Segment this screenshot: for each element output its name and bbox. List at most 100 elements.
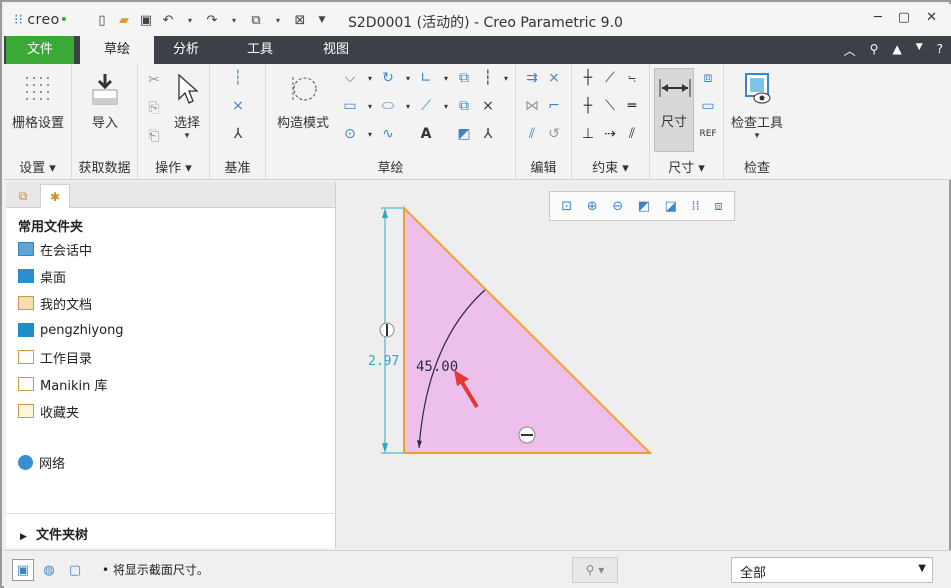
datum-csys-icon[interactable]: ⅄ bbox=[228, 124, 248, 144]
perimeter-dimension-icon[interactable]: ⧈ bbox=[698, 68, 718, 88]
equal-constraint-icon[interactable]: ═ bbox=[622, 96, 642, 116]
favorites-tab-icon[interactable]: ✱ bbox=[40, 184, 70, 208]
vertical-constraint-icon[interactable]: ┼ bbox=[578, 68, 598, 88]
folder-tree-toggle[interactable]: ▶ 文件夹树 bbox=[6, 513, 336, 553]
fillet-dropdown-icon[interactable]: ▾ bbox=[436, 68, 456, 88]
show-navigator-icon[interactable]: ▣ bbox=[12, 559, 34, 581]
find-button[interactable]: ⚲ ▾ bbox=[572, 557, 618, 583]
rectangle-dropdown-icon[interactable]: ▾ bbox=[360, 96, 380, 116]
copy-icon[interactable]: ⎘ bbox=[144, 98, 164, 118]
inspection-tools-button[interactable]: 检查工具 ▾ bbox=[728, 70, 786, 141]
tab-file[interactable]: 文件 bbox=[6, 36, 74, 64]
centerline-dropdown-icon[interactable]: ▾ bbox=[496, 68, 516, 88]
fav-item-network[interactable]: 网络 bbox=[18, 451, 65, 473]
angle-dim-value[interactable]: 45.00 bbox=[416, 359, 458, 375]
horizontal-constraint-icon[interactable]: ┼ bbox=[578, 96, 598, 116]
fav-item-working-directory[interactable]: 工作目录 bbox=[18, 346, 92, 368]
fav-item-favorites[interactable]: 收藏夹 bbox=[18, 400, 79, 422]
perpendicular-constraint-icon[interactable]: ⊥ bbox=[578, 124, 598, 144]
ellipse-icon[interactable]: ⬭ bbox=[378, 96, 398, 116]
graphics-area[interactable]: ⊡ ⊕ ⊖ ◩ ◪ ⁞⁞ ⧈ 2.97 45.00 bbox=[337, 182, 949, 548]
midpoint-constraint-icon[interactable]: ⨫ bbox=[622, 68, 642, 88]
cut-icon[interactable]: ✂ bbox=[144, 70, 164, 90]
chamfer-dropdown-icon[interactable]: ▾ bbox=[436, 96, 456, 116]
close-icon[interactable]: ✕ bbox=[926, 10, 937, 25]
vertical-constraint-marker[interactable] bbox=[379, 322, 395, 338]
selection-filter-dropdown[interactable]: 全部 ▼ bbox=[731, 557, 933, 583]
tab-tools[interactable]: 工具 bbox=[230, 36, 290, 64]
delete-segment-icon[interactable]: ⨯ bbox=[544, 68, 564, 88]
line-icon[interactable]: ⌵ bbox=[340, 68, 360, 88]
redo-icon[interactable]: ↷ bbox=[202, 10, 222, 30]
construction-mode-button[interactable]: 构造模式 bbox=[270, 70, 336, 131]
arc-icon[interactable]: ↻ bbox=[378, 68, 398, 88]
offset-icon[interactable]: ⧉ bbox=[454, 68, 474, 88]
dimension-button[interactable]: 尺寸 bbox=[654, 68, 694, 152]
ellipse-dropdown-icon[interactable]: ▾ bbox=[398, 96, 418, 116]
coordinate-system-icon[interactable]: ⅄ bbox=[478, 124, 498, 144]
close-window-icon[interactable]: ⊠ bbox=[290, 10, 310, 30]
regenerate-dropdown-icon[interactable]: ▾ bbox=[268, 10, 288, 30]
datum-centerline-icon[interactable]: ┆ bbox=[228, 68, 248, 88]
fav-item-my-documents[interactable]: 我的文档 bbox=[18, 292, 92, 314]
tab-view[interactable]: 视图 bbox=[304, 36, 368, 64]
show-browser-icon[interactable]: ◍ bbox=[38, 559, 60, 581]
horizontal-constraint-marker[interactable] bbox=[518, 426, 536, 444]
new-file-icon[interactable]: ▯ bbox=[92, 10, 112, 30]
chamfer-icon[interactable]: ⟋ bbox=[416, 96, 436, 116]
minimize-icon[interactable]: ─ bbox=[874, 10, 882, 25]
learning-icon[interactable]: ▲ bbox=[892, 42, 901, 59]
collapse-ribbon-icon[interactable]: ︿ bbox=[844, 42, 856, 59]
point-icon[interactable]: × bbox=[478, 96, 498, 116]
parallel-constraint-icon[interactable]: ⫽ bbox=[622, 124, 642, 144]
regenerate-icon[interactable]: ⧉ bbox=[246, 10, 266, 30]
line-dropdown-icon[interactable]: ▾ bbox=[360, 68, 380, 88]
text-icon[interactable]: A bbox=[416, 124, 436, 144]
help-icon[interactable]: ? bbox=[937, 42, 943, 59]
group-label-dimension[interactable]: 尺寸 ▾ bbox=[650, 157, 723, 176]
fav-item-in-session[interactable]: 在会话中 bbox=[18, 238, 92, 260]
tab-sketch[interactable]: 草绘 bbox=[80, 36, 154, 64]
customize-qat-icon[interactable]: ▼ bbox=[312, 10, 332, 30]
group-label-constrain[interactable]: 约束 ▾ bbox=[572, 157, 649, 176]
arc-dropdown-icon[interactable]: ▾ bbox=[398, 68, 418, 88]
undo-dropdown-icon[interactable]: ▾ bbox=[180, 10, 200, 30]
reference-dimension-icon[interactable]: REF bbox=[698, 124, 718, 144]
rotate-resize-icon[interactable]: ↺ bbox=[544, 124, 564, 144]
modify-icon[interactable]: ⇉ bbox=[522, 68, 542, 88]
group-label-setup[interactable]: 设置 ▾ bbox=[4, 157, 71, 176]
tab-analysis[interactable]: 分析 bbox=[154, 36, 218, 64]
rectangle-icon[interactable]: ▭ bbox=[340, 96, 360, 116]
palette-icon[interactable]: ◩ bbox=[454, 124, 474, 144]
circle-dropdown-icon[interactable]: ▾ bbox=[360, 124, 380, 144]
save-icon[interactable]: ▣ bbox=[136, 10, 156, 30]
mirror-icon[interactable]: ⋈ bbox=[522, 96, 542, 116]
fav-item-desktop[interactable]: 桌面 bbox=[18, 265, 66, 287]
dropdown-icon[interactable]: ▼ bbox=[916, 42, 923, 59]
baseline-dimension-icon[interactable]: ▭ bbox=[698, 96, 718, 116]
fav-item-pengzhiyong[interactable]: pengzhiyong bbox=[18, 319, 124, 341]
redo-dropdown-icon[interactable]: ▾ bbox=[224, 10, 244, 30]
open-file-icon[interactable]: ▰ bbox=[114, 10, 134, 30]
full-screen-icon[interactable]: ▢ bbox=[64, 559, 86, 581]
grid-settings-button[interactable]: 栅格设置 bbox=[6, 70, 70, 131]
search-icon[interactable]: ⚲ bbox=[870, 42, 879, 59]
paste-icon[interactable]: ⎗ bbox=[144, 126, 164, 146]
group-label-operations[interactable]: 操作 ▾ bbox=[138, 157, 209, 176]
maximize-icon[interactable]: ▢ bbox=[898, 10, 910, 25]
triangle-section[interactable] bbox=[403, 205, 653, 454]
model-tree-tab-icon[interactable]: ⧉ bbox=[8, 184, 38, 208]
thicken-icon[interactable]: ⧉ bbox=[454, 96, 474, 116]
vertical-dim-value[interactable]: 2.97 bbox=[368, 354, 399, 369]
corner-icon[interactable]: ⌐ bbox=[544, 96, 564, 116]
spline-icon[interactable]: ∿ bbox=[378, 124, 398, 144]
fillet-icon[interactable]: ∟ bbox=[416, 68, 436, 88]
divide-icon[interactable]: ⫽ bbox=[522, 124, 542, 144]
datum-point-icon[interactable]: × bbox=[228, 96, 248, 116]
fav-item-manikin-library[interactable]: Manikin 库 bbox=[18, 373, 108, 395]
tangent-constraint-icon[interactable]: ⟋ bbox=[600, 68, 620, 88]
symmetric-constraint-icon[interactable]: ⇢ bbox=[600, 124, 620, 144]
circle-icon[interactable]: ⊙ bbox=[340, 124, 360, 144]
centerline-icon[interactable]: ┆ bbox=[478, 68, 498, 88]
select-button[interactable]: 选择 ▾ bbox=[166, 70, 208, 141]
